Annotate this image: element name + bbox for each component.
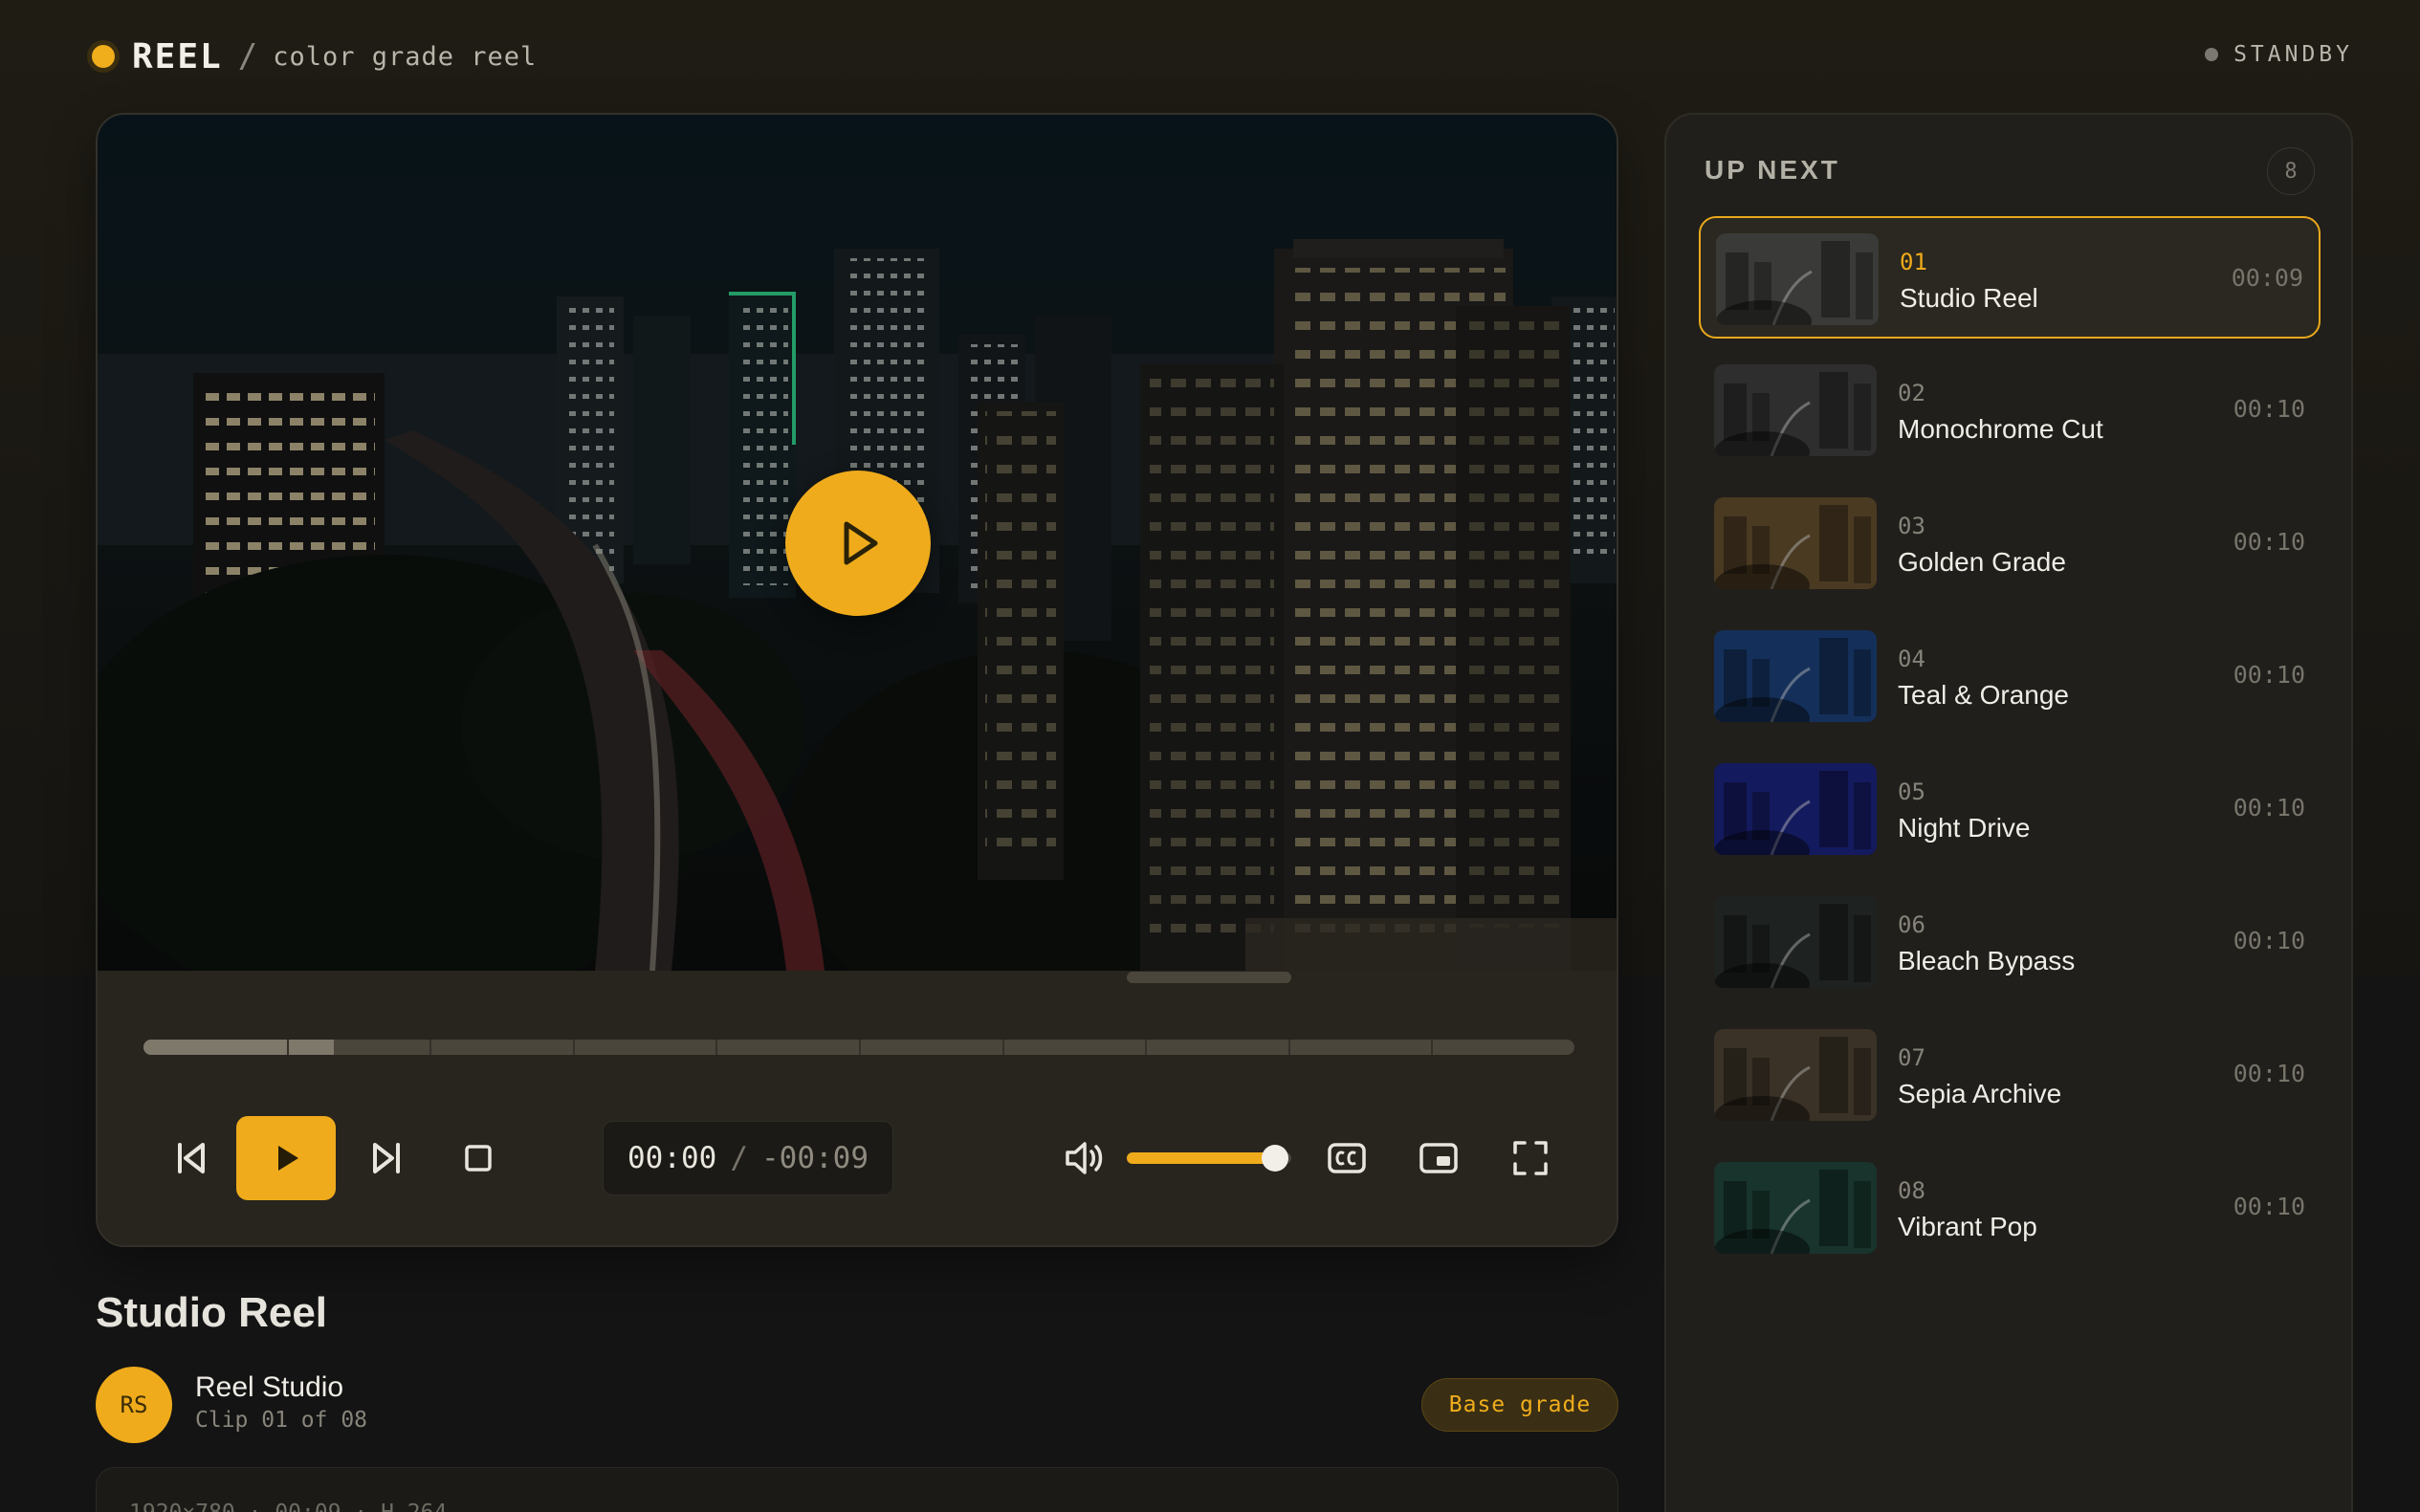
clip-thumbnail: [1714, 630, 1877, 722]
brand-subtitle: color grade reel: [273, 41, 538, 72]
item-title: Night Drive: [1898, 813, 2031, 843]
playlist-item[interactable]: 08 Vibrant Pop 00:10: [1699, 1147, 2321, 1269]
clip-thumbnail: [1714, 763, 1877, 855]
progress-tick: [286, 1040, 289, 1055]
playlist-item[interactable]: 03 Golden Grade 00:10: [1699, 482, 2321, 604]
item-title: Golden Grade: [1898, 547, 2066, 577]
item-duration: 00:10: [2233, 927, 2305, 954]
up-next-panel: UP NEXT 8 01 Studio Reel 00:09 02 Monochrome…: [1664, 113, 2353, 1512]
progress-tick: [1145, 1040, 1148, 1055]
progress-tick: [572, 1040, 575, 1055]
up-next-count: 8: [2267, 147, 2315, 195]
volume-knob[interactable]: [1261, 1145, 1288, 1172]
time-display: 00:00 / -00:09: [603, 1121, 893, 1195]
progress-played: [143, 1040, 334, 1055]
item-duration: 00:10: [2233, 395, 2305, 423]
item-title: Studio Reel: [1900, 283, 2038, 313]
progress-tick: [1287, 1040, 1290, 1055]
item-duration: 00:10: [2233, 1060, 2305, 1087]
playlist-item[interactable]: 06 Bleach Bypass 00:10: [1699, 881, 2321, 1003]
clip-title: Studio Reel: [96, 1289, 328, 1336]
clip-meta: 1920×780 · 00:09 · H.264: [129, 1501, 447, 1512]
playlist-item[interactable]: 02 Monochrome Cut 00:10: [1699, 349, 2321, 471]
next-button[interactable]: [360, 1131, 413, 1185]
big-play-button[interactable]: [785, 471, 931, 616]
item-duration: 00:10: [2233, 794, 2305, 822]
brand-name: REEL: [132, 36, 223, 77]
item-number: 04: [1898, 646, 1925, 672]
previous-button[interactable]: [165, 1131, 218, 1185]
current-time: 00:00: [627, 1141, 717, 1175]
item-duration: 00:10: [2233, 1193, 2305, 1220]
skip-forward-icon: [373, 1143, 400, 1173]
stop-button[interactable]: [451, 1131, 505, 1185]
picture-in-picture-button[interactable]: [1408, 1128, 1469, 1189]
progress-tick: [715, 1040, 718, 1055]
captions-button[interactable]: [1316, 1128, 1377, 1189]
clip-thumbnail: [1714, 364, 1877, 456]
item-number: 08: [1898, 1177, 1925, 1204]
item-number: 06: [1898, 911, 1925, 938]
item-number: 05: [1898, 778, 1925, 805]
playlist-item[interactable]: 05 Night Drive 00:10: [1699, 748, 2321, 870]
skip-back-icon: [178, 1143, 205, 1173]
play-button[interactable]: [236, 1116, 336, 1200]
item-title: Monochrome Cut: [1898, 414, 2103, 444]
time-separator: /: [730, 1141, 748, 1175]
mute-button[interactable]: [1054, 1128, 1115, 1189]
brand-dot-icon: [92, 45, 115, 68]
avatar: RS: [96, 1367, 172, 1443]
play-icon: [278, 1146, 298, 1171]
up-next-title: UP NEXT: [1705, 155, 1840, 185]
stop-icon: [465, 1145, 492, 1172]
item-title: Teal & Orange: [1898, 680, 2069, 710]
clip-thumbnail: [1716, 233, 1879, 325]
clip-thumbnail: [1714, 896, 1877, 988]
volume-track[interactable]: [1127, 1145, 1291, 1172]
brand-separator: /: [237, 37, 258, 76]
item-duration: 00:09: [2231, 264, 2303, 292]
item-number: 03: [1898, 513, 1925, 539]
volume-slider[interactable]: [1127, 972, 1291, 983]
remaining-time: -00:09: [761, 1141, 869, 1175]
progress-bar[interactable]: [143, 1040, 1574, 1055]
status-indicator: STANDBY: [2205, 42, 2353, 67]
item-number: 01: [1900, 249, 1927, 275]
volume-level: [1127, 1152, 1275, 1164]
captions-icon: [1328, 1143, 1366, 1173]
app-header: REEL / color grade reel: [92, 33, 537, 80]
playlist-item[interactable]: 07 Sepia Archive 00:10: [1699, 1014, 2321, 1136]
item-title: Vibrant Pop: [1898, 1212, 2037, 1241]
clip-thumbnail: [1714, 1029, 1877, 1121]
clip-thumbnail: [1714, 1162, 1877, 1254]
playlist-item[interactable]: 01 Studio Reel 00:09: [1699, 216, 2321, 339]
status-dot-icon: [2205, 48, 2219, 61]
item-duration: 00:10: [2233, 528, 2305, 556]
item-number: 07: [1898, 1044, 1925, 1071]
item-duration: 00:10: [2233, 661, 2305, 689]
clip-meta-card: 1920×780 · 00:09 · H.264: [96, 1467, 1618, 1512]
progress-tick: [859, 1040, 861, 1055]
grade-badge: Base grade: [1421, 1378, 1618, 1432]
item-number: 02: [1898, 380, 1925, 406]
item-title: Sepia Archive: [1898, 1079, 2062, 1108]
progress-tick: [429, 1040, 432, 1055]
play-icon: [844, 521, 878, 565]
item-title: Bleach Bypass: [1898, 946, 2076, 975]
player-controls: 00:00 / -00:09: [98, 971, 1617, 1245]
video-frame[interactable]: [98, 115, 1617, 971]
picture-in-picture-icon: [1419, 1143, 1458, 1173]
progress-tick: [1431, 1040, 1434, 1055]
owner-name[interactable]: Reel Studio: [195, 1371, 343, 1404]
fullscreen-icon: [1513, 1141, 1548, 1175]
volume-icon: [1066, 1142, 1103, 1174]
clip-position: Clip 01 of 08: [195, 1408, 368, 1433]
progress-tick: [1001, 1040, 1004, 1055]
playlist-item[interactable]: 04 Teal & Orange 00:10: [1699, 615, 2321, 737]
video-player: 00:00 / -00:09: [96, 113, 1618, 1247]
clip-thumbnail: [1714, 497, 1877, 589]
fullscreen-button[interactable]: [1500, 1128, 1561, 1189]
status-text: STANDBY: [2233, 42, 2353, 67]
